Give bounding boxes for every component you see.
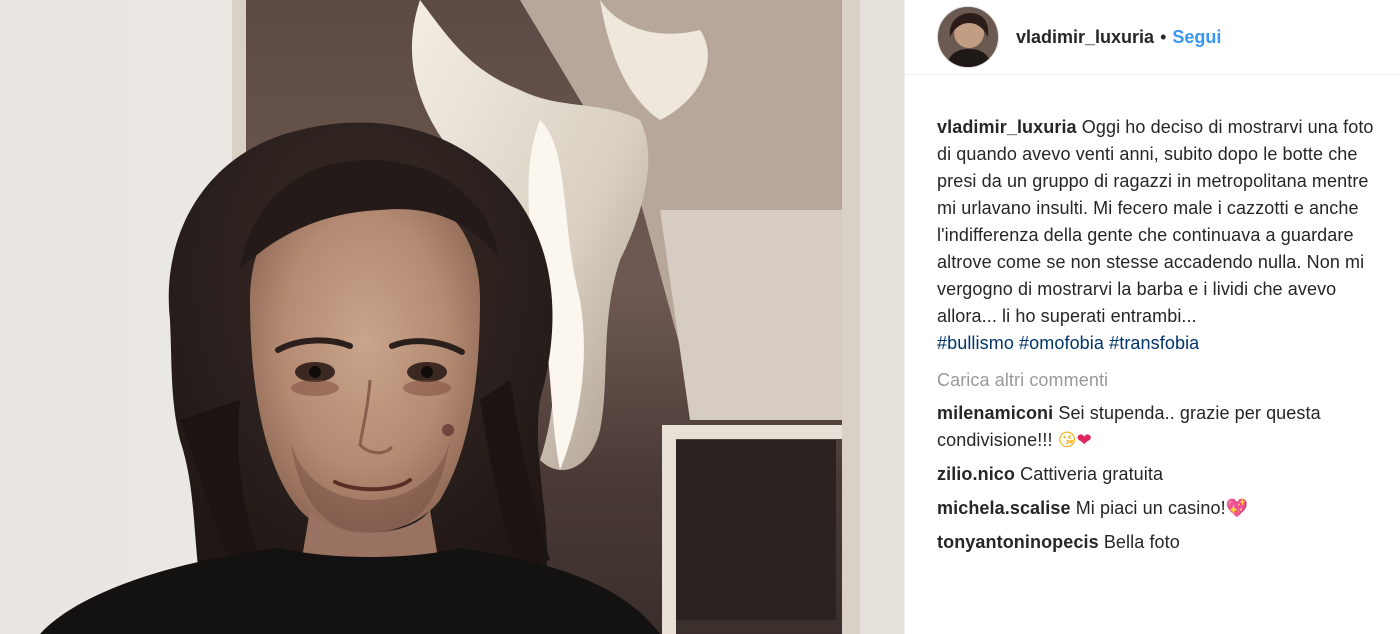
post-header: vladimir_luxuria • Segui [905,0,1400,75]
heart-emoji-icon: ❤ [1076,430,1092,451]
separator-dot: • [1160,26,1167,47]
hashtag-link[interactable]: #bullismo [937,333,1014,353]
avatar-image [938,7,998,67]
comment-text: Mi piaci un casino! [1075,498,1226,518]
comment-item: tonyantoninopecis Bella foto [937,529,1377,556]
post-caption: vladimir_luxuria Oggi ho deciso di mostr… [937,114,1377,357]
comments-section: vladimir_luxuria Oggi ho deciso di mostr… [937,114,1377,556]
comment-list: milenamiconi Sei stupenda.. grazie per q… [937,400,1377,556]
kiss-emoji-icon: 😘 [1057,430,1077,451]
comment-username[interactable]: tonyantoninopecis [937,532,1099,552]
post-sidebar: vladimir_luxuria • Segui vladimir_luxuri… [904,0,1400,634]
post-photo[interactable] [0,0,904,634]
comment-text: Bella foto [1103,532,1180,552]
post-photo-image [0,0,904,634]
comment-username[interactable]: zilio.nico [937,464,1015,484]
comment-item: milenamiconi Sei stupenda.. grazie per q… [937,400,1377,454]
hashtag-link[interactable]: #transfobia [1109,333,1199,353]
comment-text: Cattiveria gratuita [1020,464,1164,484]
comment-item: zilio.nico Cattiveria gratuita [937,461,1377,488]
caption-text: Oggi ho deciso di mostrarvi una foto di … [937,117,1374,326]
hashtag-link[interactable]: #omofobia [1019,333,1104,353]
post-author-username[interactable]: vladimir_luxuria [1016,27,1154,48]
follow-button[interactable]: Segui [1172,27,1221,48]
comment-username[interactable]: michela.scalise [937,498,1071,518]
caption-username[interactable]: vladimir_luxuria [937,117,1077,137]
profile-avatar[interactable] [937,6,999,68]
comment-username[interactable]: milenamiconi [937,403,1053,423]
load-more-comments-button[interactable]: Carica altri commenti [937,367,1377,394]
sparkling-heart-emoji-icon: 💖 [1225,498,1249,519]
comment-item: michela.scalise Mi piaci un casino!💖 [937,495,1377,522]
